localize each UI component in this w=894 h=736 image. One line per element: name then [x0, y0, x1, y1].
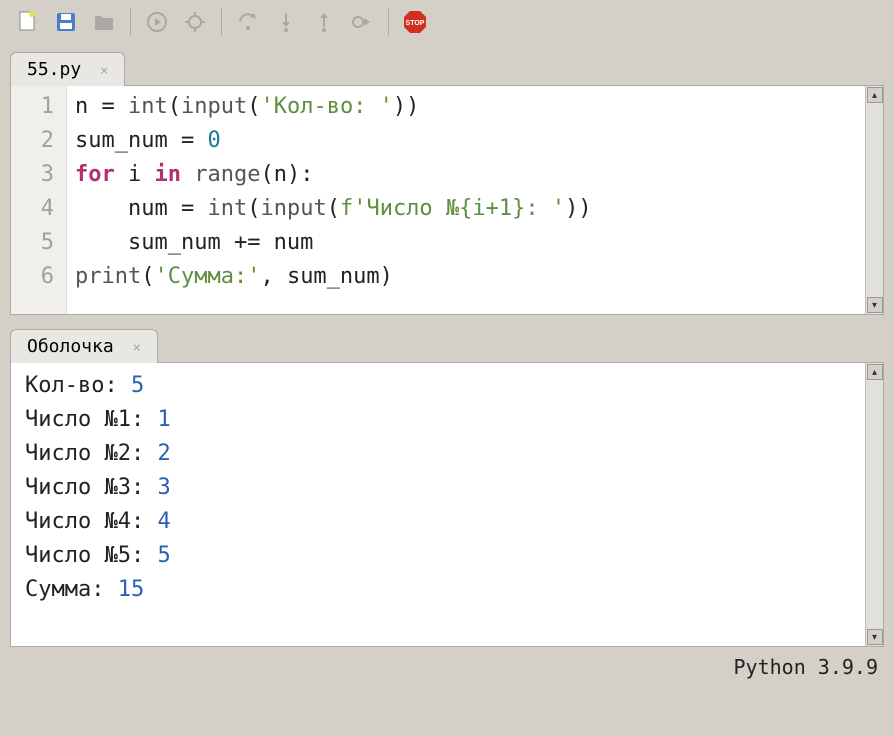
- python-version: Python 3.9.9: [734, 655, 879, 679]
- toolbar-divider: [388, 8, 389, 36]
- shell-tab-bar: Оболочка ×: [10, 329, 894, 363]
- close-icon[interactable]: ×: [133, 340, 141, 356]
- scrollbar[interactable]: ▴ ▾: [865, 363, 883, 646]
- stop-icon[interactable]: STOP: [399, 6, 431, 38]
- save-icon[interactable]: [50, 6, 82, 38]
- code-editor-pane: 1 2 3 4 5 6 n = int(input('Кол-во: ')) s…: [10, 85, 884, 315]
- tab-shell[interactable]: Оболочка ×: [10, 329, 158, 363]
- tab-label: Оболочка: [27, 336, 114, 357]
- tab-file[interactable]: 55.py ×: [10, 52, 125, 86]
- toolbar-divider: [221, 8, 222, 36]
- scroll-down-icon[interactable]: ▾: [867, 297, 883, 313]
- close-icon[interactable]: ×: [100, 63, 108, 79]
- line-number: 2: [11, 124, 66, 158]
- line-number: 4: [11, 192, 66, 226]
- toolbar-divider: [130, 8, 131, 36]
- svg-text:STOP: STOP: [406, 20, 425, 27]
- debug-icon[interactable]: [179, 6, 211, 38]
- folder-icon[interactable]: [88, 6, 120, 38]
- step-out-icon[interactable]: [308, 6, 340, 38]
- step-over-icon[interactable]: [232, 6, 264, 38]
- scrollbar[interactable]: ▴ ▾: [865, 86, 883, 314]
- line-number: 6: [11, 260, 66, 294]
- code-area[interactable]: n = int(input('Кол-во: ')) sum_num = 0 f…: [67, 86, 865, 314]
- play-icon[interactable]: [141, 6, 173, 38]
- shell-output[interactable]: Кол-во: 5 Число №1: 1 Число №2: 2 Число …: [11, 363, 865, 646]
- scroll-up-icon[interactable]: ▴: [867, 87, 883, 103]
- tab-label: 55.py: [27, 59, 81, 80]
- step-in-icon[interactable]: [270, 6, 302, 38]
- scroll-down-icon[interactable]: ▾: [867, 629, 883, 645]
- new-file-icon[interactable]: [12, 6, 44, 38]
- status-bar: Python 3.9.9: [0, 647, 894, 687]
- resume-icon[interactable]: [346, 6, 378, 38]
- toolbar: STOP: [0, 0, 894, 44]
- editor-tab-bar: 55.py ×: [10, 52, 894, 86]
- shell-pane: Кол-во: 5 Число №1: 1 Число №2: 2 Число …: [10, 362, 884, 647]
- line-gutter: 1 2 3 4 5 6: [11, 86, 67, 314]
- line-number: 5: [11, 226, 66, 260]
- line-number: 3: [11, 158, 66, 192]
- scroll-up-icon[interactable]: ▴: [867, 364, 883, 380]
- line-number: 1: [11, 90, 66, 124]
